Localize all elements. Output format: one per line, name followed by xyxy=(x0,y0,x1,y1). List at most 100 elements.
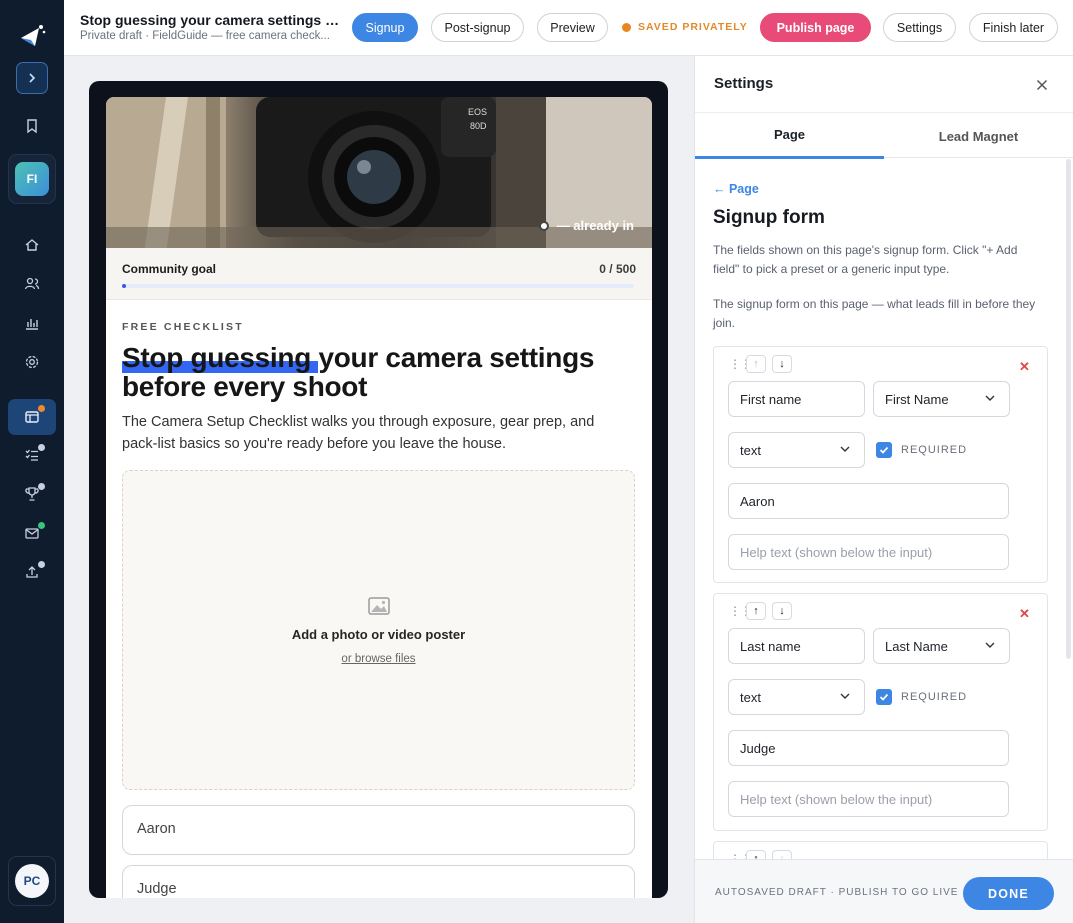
gear-icon[interactable] xyxy=(20,350,44,374)
type-value: text xyxy=(740,690,761,705)
settings-title: Settings xyxy=(714,75,774,92)
checklist-dot xyxy=(38,444,45,451)
move-up-button[interactable]: ↑ xyxy=(746,850,766,859)
goal-progress-fill xyxy=(122,284,126,288)
tab-post-signup[interactable]: Post-signup xyxy=(431,13,524,42)
eyebrow-label: FREE CHECKLIST xyxy=(122,321,244,333)
remove-field-icon[interactable]: ✕ xyxy=(1019,359,1030,375)
page-title: Stop guessing your camera settings b... xyxy=(80,12,342,28)
pages-notification-dot xyxy=(38,405,45,412)
field-default-input[interactable]: Judge xyxy=(728,730,1009,766)
hero-image[interactable]: EOS 80D — already in xyxy=(106,97,652,248)
preset-value: First Name xyxy=(885,392,949,407)
headline-highlighted-text: Stop guessing xyxy=(122,342,311,373)
device-frame: EOS 80D — already in Community goal 0 / … xyxy=(89,81,668,898)
move-up-button[interactable]: ↑ xyxy=(746,355,766,373)
settings-scroll-area[interactable]: ← Page Signup form The fields shown on t… xyxy=(695,159,1073,859)
field-type-select[interactable]: text xyxy=(728,679,865,715)
users-icon[interactable] xyxy=(20,272,44,296)
preview-last-name-field[interactable]: Judge xyxy=(122,865,635,898)
community-goal: Community goal 0 / 500 xyxy=(106,248,652,300)
field-help-input[interactable]: Help text (shown below the input) xyxy=(728,781,1009,817)
field-card-last-name: ⋮⋮ ↑ ↓ ✕ Last name Last Name text REQUIR… xyxy=(713,593,1048,831)
page-subtitle: Private draft · FieldGuide — free camera… xyxy=(80,30,330,42)
field-card-first-name: ⋮⋮ ↑ ↓ ✕ First name First Name text REQU… xyxy=(713,346,1048,583)
move-down-button[interactable]: ↓ xyxy=(772,850,792,859)
settings-tabs: Page Lead Magnet xyxy=(695,112,1073,159)
check-icon xyxy=(879,693,889,701)
required-label: REQUIRED xyxy=(901,444,968,456)
back-to-page-link[interactable]: ← Page xyxy=(713,182,759,196)
field-label-input[interactable]: Last name xyxy=(728,628,865,664)
move-down-button[interactable]: ↓ xyxy=(772,602,792,620)
save-status: SAVED PRIVATELY xyxy=(622,21,748,33)
preset-value: Last Name xyxy=(885,639,948,654)
svg-text:80D: 80D xyxy=(470,121,487,131)
required-checkbox[interactable] xyxy=(876,442,892,458)
user-avatar: PC xyxy=(15,864,49,898)
topbar: Stop guessing your camera settings b... … xyxy=(64,0,1073,56)
workspace-avatar: FI xyxy=(15,162,49,196)
tab-preview[interactable]: Preview xyxy=(537,13,608,42)
save-status-dot xyxy=(622,22,631,32)
autosave-note: AUTOSAVED DRAFT · PUBLISH TO GO LIVE xyxy=(715,887,959,898)
required-checkbox[interactable] xyxy=(876,689,892,705)
save-status-label: SAVED PRIVATELY xyxy=(638,21,748,33)
browse-files-link[interactable]: or browse files xyxy=(123,653,634,665)
section-title: Signup form xyxy=(713,207,825,228)
field-preset-select[interactable]: Last Name xyxy=(873,628,1010,664)
headline[interactable]: Stop guessing your camera settings befor… xyxy=(122,343,638,401)
panel-footer: AUTOSAVED DRAFT · PUBLISH TO GO LIVE DON… xyxy=(695,859,1073,923)
image-icon xyxy=(368,597,390,615)
finish-later-button[interactable]: Finish later xyxy=(969,13,1058,42)
description[interactable]: The Camera Setup Checklist walks you thr… xyxy=(122,411,622,455)
tab-page[interactable]: Page xyxy=(695,113,884,159)
field-card-next: ⋮⋮ ↑ ↓ xyxy=(713,841,1048,859)
remove-field-icon[interactable]: ✕ xyxy=(1019,606,1030,622)
chevron-down-icon xyxy=(985,642,995,648)
close-icon[interactable] xyxy=(1033,76,1051,94)
goal-label: Community goal xyxy=(122,262,217,276)
chevron-down-icon xyxy=(840,693,850,699)
media-dropzone[interactable]: Add a photo or video poster or browse fi… xyxy=(122,470,635,790)
move-up-button[interactable]: ↑ xyxy=(746,602,766,620)
section-help: The fields shown on this page's signup f… xyxy=(713,243,1018,276)
status-dot xyxy=(538,220,549,231)
field-default-input[interactable]: Aaron xyxy=(728,483,1009,519)
tab-signup[interactable]: Signup xyxy=(352,13,418,42)
goal-progress-track xyxy=(122,284,634,288)
section-description: The signup form on this page — what lead… xyxy=(713,297,1036,330)
left-rail: FI PC xyxy=(0,0,64,923)
mail-status-dot xyxy=(38,522,45,529)
field-help-input[interactable]: Help text (shown below the input) xyxy=(728,534,1009,570)
done-button[interactable]: DONE xyxy=(963,877,1054,910)
check-icon xyxy=(879,446,889,454)
panel-scrollbar[interactable] xyxy=(1066,159,1071,659)
chevron-down-icon xyxy=(840,446,850,452)
bookmark-icon[interactable] xyxy=(20,114,44,138)
field-type-select[interactable]: text xyxy=(728,432,865,468)
settings-button[interactable]: Settings xyxy=(883,13,956,42)
field-label-input[interactable]: First name xyxy=(728,381,865,417)
preview-screen: EOS 80D — already in Community goal 0 / … xyxy=(106,97,652,898)
trophy-dot xyxy=(38,483,45,490)
preview-first-name-field[interactable]: Aaron xyxy=(122,805,635,855)
chevron-down-icon xyxy=(985,395,995,401)
dropzone-title: Add a photo or video poster xyxy=(291,627,466,642)
expand-sidebar-button[interactable] xyxy=(16,62,48,94)
home-icon[interactable] xyxy=(20,233,44,257)
chevron-right-icon xyxy=(29,73,36,83)
workspace-switcher[interactable]: FI xyxy=(8,154,56,204)
tab-lead-magnet[interactable]: Lead Magnet xyxy=(884,113,1073,159)
preview-canvas: EOS 80D — already in Community goal 0 / … xyxy=(64,56,694,923)
hero-social-proof: — already in xyxy=(538,218,634,233)
user-menu[interactable]: PC xyxy=(8,856,56,906)
field-preset-select[interactable]: First Name xyxy=(873,381,1010,417)
type-value: text xyxy=(740,443,761,458)
required-label: REQUIRED xyxy=(901,691,968,703)
publish-button[interactable]: Publish page xyxy=(760,13,871,42)
app-logo-icon[interactable] xyxy=(17,22,47,52)
svg-text:EOS: EOS xyxy=(468,107,487,117)
chart-icon[interactable] xyxy=(20,311,44,335)
move-down-button[interactable]: ↓ xyxy=(772,355,792,373)
